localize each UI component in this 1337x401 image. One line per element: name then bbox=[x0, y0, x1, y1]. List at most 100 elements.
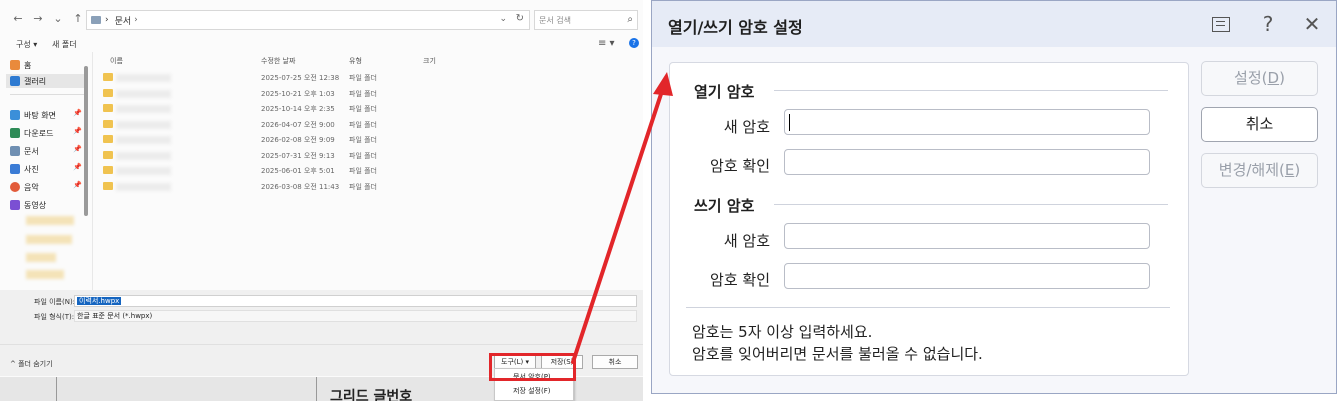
close-icon[interactable]: ✕ bbox=[1300, 12, 1324, 36]
file-modified: 2025-07-25 오전 12:38 bbox=[261, 74, 340, 82]
file-modified: 2025-07-31 오전 9:13 bbox=[261, 152, 335, 160]
breadcrumb-documents[interactable]: 문서 bbox=[115, 14, 132, 27]
table-row[interactable]: 2026-03-08 오전 11:43 파일 폴더 bbox=[100, 179, 640, 194]
address-bar[interactable]: › 문서 › ⌄ ↻ bbox=[86, 10, 530, 30]
file-type: 파일 폴더 bbox=[349, 183, 377, 191]
password-hint-text: 암호는 5자 이상 입력하세요. bbox=[692, 323, 873, 341]
pictures-icon bbox=[10, 164, 20, 174]
table-row[interactable]: 2026-02-08 오전 9:09 파일 폴더 bbox=[100, 132, 640, 147]
help-icon[interactable]: ? bbox=[629, 38, 639, 48]
table-row[interactable]: 2025-10-21 오후 1:03 파일 폴더 bbox=[100, 86, 640, 101]
folder-icon bbox=[103, 182, 113, 190]
dialog-titlebar: 열기/쓰기 암호 설정 ? ✕ bbox=[652, 1, 1336, 47]
pin-icon: 📌 bbox=[73, 127, 82, 135]
column-header-type[interactable]: 유형 bbox=[349, 56, 362, 68]
sidebar-scrollbar[interactable] bbox=[84, 66, 88, 216]
table-row[interactable]: 2026-04-07 오전 9:00 파일 폴더 bbox=[100, 117, 640, 132]
back-arrow-icon[interactable]: ← bbox=[10, 10, 26, 26]
file-modified: 2026-04-07 오전 9:00 bbox=[261, 121, 335, 129]
blurred-file-name bbox=[116, 121, 171, 129]
help-icon[interactable]: ? bbox=[1256, 12, 1280, 36]
folder-icon bbox=[103, 135, 113, 143]
view-options-icon[interactable]: ≡ ▾ bbox=[598, 38, 615, 49]
set-button[interactable]: 설정(D) bbox=[1201, 61, 1318, 96]
path-separator: › bbox=[105, 15, 109, 25]
folder-icon bbox=[91, 16, 101, 24]
blurred-sidebar-item bbox=[26, 235, 72, 244]
file-modified: 2025-10-14 오후 2:35 bbox=[261, 105, 335, 113]
chevron-down-icon[interactable]: ⌄ bbox=[499, 14, 507, 24]
file-type: 파일 폴더 bbox=[349, 167, 377, 175]
password-panel: 열기 암호 새 암호 암호 확인 쓰기 암호 새 암호 암호 확인 암호는 5자… bbox=[669, 62, 1189, 376]
write-confirm-password-input[interactable] bbox=[784, 263, 1150, 289]
password-settings-dialog: 열기/쓰기 암호 설정 ? ✕ 열기 암호 새 암호 암호 확인 쓰기 암호 새… bbox=[651, 0, 1337, 394]
refresh-icon[interactable]: ↻ bbox=[516, 13, 524, 24]
sidebar-item-pictures[interactable]: 사진 📌 bbox=[6, 162, 88, 176]
organize-button[interactable]: 구성 ▾ bbox=[16, 39, 37, 50]
button-label: 설정 bbox=[1234, 69, 1262, 87]
recent-locations-icon[interactable]: ⌄ bbox=[50, 10, 66, 26]
filetype-select[interactable]: 한글 표준 문서 (*.hwpx) bbox=[74, 310, 637, 322]
sidebar-item-desktop[interactable]: 바탕 화면 📌 bbox=[6, 108, 88, 122]
sidebar-item-label: 바탕 화면 bbox=[24, 110, 56, 120]
download-icon bbox=[10, 128, 20, 138]
sidebar-item-label: 음악 bbox=[24, 182, 39, 192]
file-modified: 2026-02-08 오전 9:09 bbox=[261, 136, 335, 144]
sidebar-item-downloads[interactable]: 다운로드 📌 bbox=[6, 126, 88, 140]
column-header-name[interactable]: 이름 bbox=[110, 56, 123, 68]
blurred-file-name bbox=[116, 152, 171, 160]
column-header-size[interactable]: 크기 bbox=[423, 56, 436, 68]
folder-icon bbox=[103, 166, 113, 174]
forward-arrow-icon[interactable]: → bbox=[30, 10, 46, 26]
table-row[interactable]: 2025-06-01 오후 5:01 파일 폴더 bbox=[100, 163, 640, 178]
shortcut-key: D bbox=[1267, 69, 1280, 87]
pin-icon: 📌 bbox=[73, 109, 82, 117]
table-line bbox=[316, 377, 317, 401]
sidebar-item-documents[interactable]: 문서 📌 bbox=[6, 144, 88, 158]
sidebar-item-label: 문서 bbox=[24, 146, 39, 156]
cancel-button[interactable]: 취소 bbox=[592, 355, 638, 369]
text-caret bbox=[789, 114, 790, 131]
new-folder-button[interactable]: 새 폴더 bbox=[52, 39, 77, 50]
open-new-password-label: 새 암호 bbox=[723, 118, 770, 136]
cancel-button[interactable]: 취소 bbox=[1201, 107, 1318, 142]
pin-icon: 📌 bbox=[73, 145, 82, 153]
open-confirm-password-input[interactable] bbox=[784, 149, 1150, 175]
filename-label: 파일 이름(N): bbox=[34, 298, 76, 306]
sidebar-item-home[interactable]: 홈 bbox=[6, 58, 88, 72]
sidebar-item-gallery[interactable]: 갤러리 bbox=[6, 74, 88, 88]
file-modified: 2025-10-21 오후 1:03 bbox=[261, 90, 335, 98]
sidebar-item-videos[interactable]: 동영상 bbox=[6, 198, 88, 212]
sidebar-item-label: 다운로드 bbox=[24, 128, 54, 138]
comment-icon[interactable] bbox=[1209, 12, 1233, 36]
write-new-password-input[interactable] bbox=[784, 223, 1150, 249]
background-text: 그리드 글번호 bbox=[330, 389, 413, 401]
column-header-modified[interactable]: 수정한 날짜 bbox=[261, 56, 295, 68]
table-line bbox=[56, 377, 57, 401]
dialog-title: 열기/쓰기 암호 설정 bbox=[668, 18, 803, 37]
up-folder-icon[interactable]: ↑ bbox=[70, 10, 86, 26]
table-row[interactable]: 2025-07-25 오전 12:38 파일 폴더 bbox=[100, 70, 640, 85]
hide-folders-button[interactable]: ^ 폴더 숨기기 bbox=[10, 359, 53, 369]
sidebar-item-label: 갤러리 bbox=[24, 76, 47, 86]
table-row[interactable]: 2025-07-31 오전 9:13 파일 폴더 bbox=[100, 148, 640, 163]
folder-icon bbox=[103, 104, 113, 112]
divider bbox=[92, 52, 93, 290]
search-box[interactable]: 문서 검색 ⌕ bbox=[534, 10, 638, 30]
search-icon[interactable]: ⌕ bbox=[627, 14, 633, 25]
filename-input[interactable]: 이력서.hwpx bbox=[74, 295, 637, 307]
sidebar-item-label: 사진 bbox=[24, 164, 39, 174]
blurred-file-name bbox=[116, 136, 171, 144]
pin-icon: 📌 bbox=[73, 181, 82, 189]
divider bbox=[686, 307, 1170, 308]
table-row[interactable]: 2025-10-14 오후 2:35 파일 폴더 bbox=[100, 101, 640, 116]
button-label: 변경/해제 bbox=[1218, 161, 1280, 179]
menu-item-save-settings[interactable]: 저장 설정(F) bbox=[513, 386, 550, 396]
gallery-icon bbox=[10, 76, 20, 86]
open-new-password-input[interactable] bbox=[784, 109, 1150, 135]
music-icon bbox=[10, 182, 20, 192]
change-remove-button[interactable]: 변경/해제(E) bbox=[1201, 153, 1318, 188]
sidebar-item-music[interactable]: 음악 📌 bbox=[6, 180, 88, 194]
filetype-value: 한글 표준 문서 (*.hwpx) bbox=[77, 312, 153, 320]
pin-icon: 📌 bbox=[73, 163, 82, 171]
